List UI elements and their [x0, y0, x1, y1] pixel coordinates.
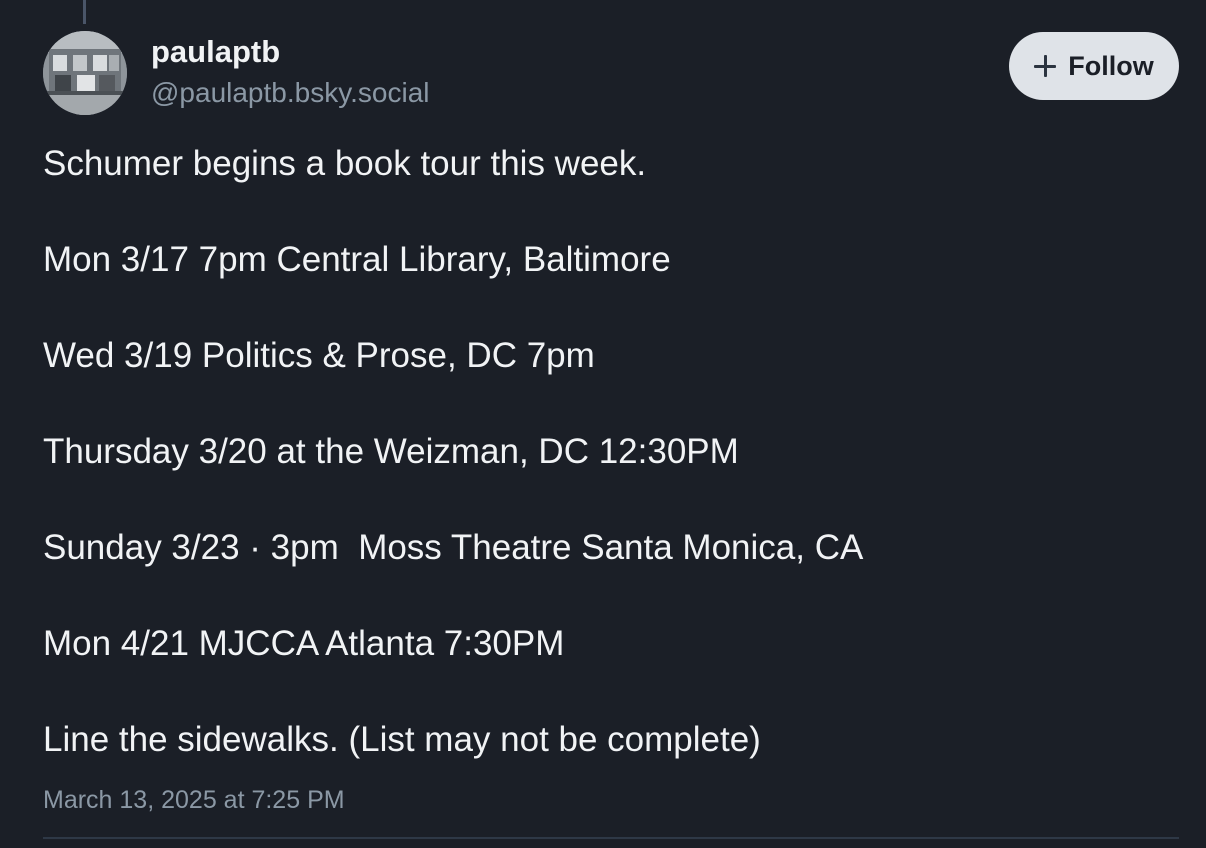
avatar[interactable]: [43, 31, 127, 115]
post-text-line: Line the sidewalks. (List may not be com…: [43, 720, 761, 759]
post-text-line: Thursday 3/20 at the Weizman, DC 12:30PM: [43, 432, 739, 471]
author-display-name[interactable]: paulaptb: [151, 36, 280, 67]
building-photo-avatar-icon: [43, 31, 127, 115]
follow-button-label: Follow: [1068, 50, 1154, 81]
author-handle[interactable]: @paulaptb.bsky.social: [151, 79, 430, 107]
plus-icon: [1034, 55, 1057, 77]
post-text-line: Wed 3/19 Politics & Prose, DC 7pm: [43, 336, 595, 375]
follow-button[interactable]: Follow: [1009, 32, 1179, 100]
post-text-line: Mon 4/21 MJCCA Atlanta 7:30PM: [43, 624, 565, 663]
post-text-line: Sunday 3/23 · 3pm Moss Theatre Santa Mon…: [43, 528, 864, 567]
post-text-line: Schumer begins a book tour this week.: [43, 144, 647, 183]
post-timestamp[interactable]: March 13, 2025 at 7:25 PM: [43, 788, 345, 813]
post-text-line: Mon 3/17 7pm Central Library, Baltimore: [43, 240, 671, 279]
divider: [43, 837, 1179, 839]
thread-connector-line: [83, 0, 86, 24]
